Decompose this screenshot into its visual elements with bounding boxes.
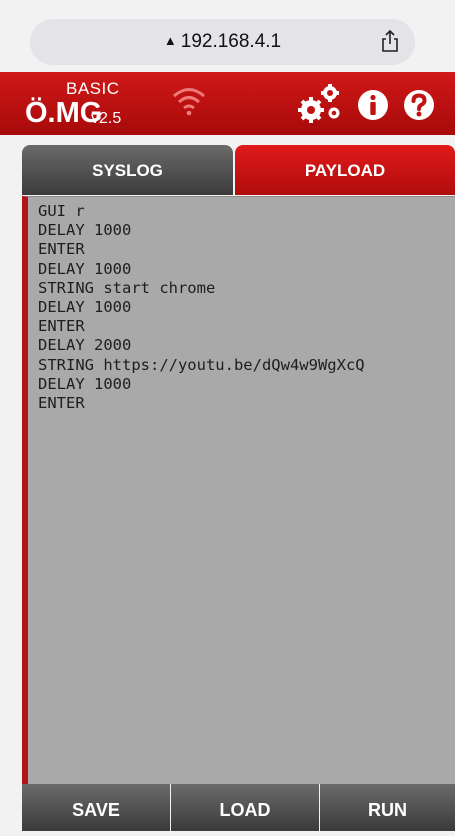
header-icons bbox=[297, 80, 447, 126]
help-icon[interactable] bbox=[403, 89, 435, 121]
load-button[interactable]: LOAD bbox=[171, 784, 319, 831]
footer-bar: SAVE LOAD RUN bbox=[22, 784, 455, 831]
url-display[interactable]: ▲ 192.168.4.1 bbox=[30, 31, 415, 53]
tab-payload[interactable]: PAYLOAD bbox=[235, 145, 455, 195]
address-bar[interactable]: ▲ 192.168.4.1 bbox=[30, 19, 415, 65]
version-label: v2.5 bbox=[91, 110, 122, 127]
omg-logo: BASIC Ö.MG v2.5 bbox=[25, 77, 175, 129]
tab-bar: SYSLOG PAYLOAD bbox=[22, 145, 455, 195]
tab-syslog[interactable]: SYSLOG bbox=[22, 145, 233, 195]
save-button[interactable]: SAVE bbox=[22, 784, 170, 831]
logo-basic: BASIC bbox=[66, 79, 120, 98]
settings-gears-icon[interactable] bbox=[297, 82, 345, 126]
lock-icon: ▲ bbox=[163, 33, 177, 48]
info-icon[interactable] bbox=[357, 89, 389, 121]
share-icon[interactable] bbox=[380, 30, 400, 52]
run-button[interactable]: RUN bbox=[320, 784, 455, 831]
app-header: BASIC Ö.MG v2.5 bbox=[0, 72, 455, 135]
browser-bar: ▲ 192.168.4.1 bbox=[0, 0, 455, 72]
payload-editor[interactable]: GUI r DELAY 1000 ENTER DELAY 1000 STRING… bbox=[22, 196, 455, 784]
url-text: 192.168.4.1 bbox=[180, 31, 282, 52]
payload-text[interactable]: GUI r DELAY 1000 ENTER DELAY 1000 STRING… bbox=[28, 197, 455, 413]
wifi-icon bbox=[173, 88, 205, 116]
